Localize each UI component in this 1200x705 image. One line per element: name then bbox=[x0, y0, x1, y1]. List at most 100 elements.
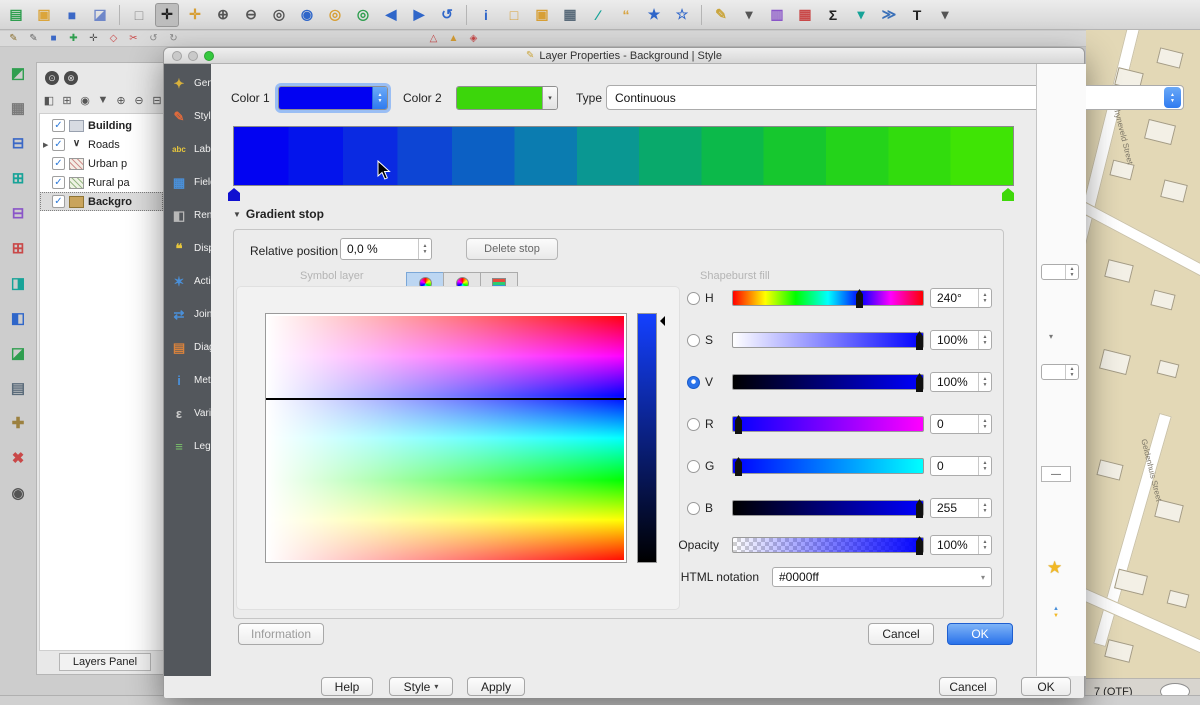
delete-stop-button[interactable]: Delete stop bbox=[466, 238, 558, 260]
ok-button[interactable]: OK bbox=[1021, 677, 1071, 696]
gradient-stop-header[interactable]: ▼ Gradient stop bbox=[233, 207, 324, 221]
toolbar-icon-zoom-to-layer[interactable]: ◎ bbox=[351, 3, 375, 27]
spin-steppers[interactable]: ▲▼ bbox=[978, 499, 991, 517]
toolbar-icon-zoom-native[interactable]: ◎ bbox=[267, 3, 291, 27]
spin-steppers[interactable]: ▲▼ bbox=[978, 373, 991, 391]
stepper-down-icon[interactable]: ▼ bbox=[378, 98, 383, 104]
layer-item-urban-p[interactable]: ✓Urban p bbox=[40, 154, 163, 173]
stepper-down-icon[interactable]: ▼ bbox=[983, 298, 988, 304]
information-button[interactable]: Information bbox=[238, 623, 324, 645]
slider-handle[interactable] bbox=[735, 457, 742, 476]
layer-checkbox[interactable]: ✓ bbox=[52, 119, 65, 132]
toolbar-icon-zoom-next[interactable]: ▶ bbox=[407, 3, 431, 27]
spin-steppers[interactable]: ▲▼ bbox=[978, 331, 991, 349]
apply-button[interactable]: Apply bbox=[467, 677, 525, 696]
toolbar-icon-identify-features[interactable]: i bbox=[474, 3, 498, 27]
stepper-down-icon[interactable]: ▼ bbox=[983, 466, 988, 472]
properties-tab-fields[interactable]: ▦Fields bbox=[164, 166, 211, 199]
stepper-down-icon[interactable]: ▼ bbox=[423, 249, 428, 255]
toolbar-icon-select-features[interactable]: □ bbox=[502, 3, 526, 27]
properties-tab-labels[interactable]: abcLabels bbox=[164, 133, 211, 166]
layer-toolbar-icon-add-mssql-layer[interactable]: ⊟ bbox=[6, 201, 30, 225]
toolbar-icon-attributes-dropdown[interactable]: ▾ bbox=[737, 3, 761, 27]
layer-checkbox[interactable]: ✓ bbox=[52, 176, 65, 189]
help-button[interactable]: Help bbox=[321, 677, 373, 696]
toolbar-icon-map-tips[interactable]: “ bbox=[614, 3, 638, 27]
toolbar-icon-new-bookmark[interactable]: ★ bbox=[642, 3, 666, 27]
spin-steppers[interactable]: ▲▼ bbox=[978, 457, 991, 475]
layer-checkbox[interactable]: ✓ bbox=[52, 157, 65, 170]
stepper-down-icon[interactable]: ▼ bbox=[983, 545, 988, 551]
channel-spinbox-B[interactable]: 255▲▼ bbox=[930, 498, 992, 518]
channel-radio-R[interactable] bbox=[687, 418, 700, 431]
channel-spinbox-R[interactable]: 0▲▼ bbox=[930, 414, 992, 434]
value-slider-vertical[interactable] bbox=[637, 313, 657, 563]
toolbar-icon-measure[interactable]: ∕ bbox=[586, 3, 610, 27]
layer-toolbar-icon-add-spatialite-layer[interactable]: ⊞ bbox=[6, 166, 30, 190]
channel-slider-V[interactable] bbox=[732, 374, 924, 390]
properties-tab-variables[interactable]: εVariables bbox=[164, 397, 211, 430]
channel-spinbox-H[interactable]: 240°▲▼ bbox=[930, 288, 992, 308]
stepper-down-icon[interactable]: ▼ bbox=[983, 508, 988, 514]
spin-steppers[interactable]: ▲ ▼ bbox=[1065, 265, 1078, 279]
digitizing-icon-tracing[interactable]: ▲ bbox=[446, 32, 461, 46]
properties-tab-display[interactable]: ❝Display bbox=[164, 232, 211, 265]
stepper-down-icon[interactable]: ▼ bbox=[1170, 98, 1175, 104]
color1-stepper[interactable]: ▲ ▼ bbox=[372, 87, 387, 109]
color-plane[interactable] bbox=[265, 313, 627, 563]
digitizing-icon-undo[interactable]: ↺ bbox=[146, 32, 161, 46]
slider-handle[interactable] bbox=[916, 373, 923, 392]
toolbar-icon-project-save[interactable]: ■ bbox=[60, 3, 84, 27]
properties-tab-style[interactable]: ✎Style bbox=[164, 100, 211, 133]
layer-toolbar-icon-layer-visibility[interactable]: ◉ bbox=[6, 481, 30, 505]
properties-tab-joins[interactable]: ⇄Joins bbox=[164, 298, 211, 331]
layer-item-building[interactable]: ✓Building bbox=[40, 116, 163, 135]
channel-slider-R[interactable] bbox=[732, 416, 924, 432]
panel-toolbar-icon-manage-themes[interactable]: ◉ bbox=[77, 92, 93, 108]
dialog-titlebar[interactable]: ✎ Layer Properties - Background | Style bbox=[164, 48, 1084, 64]
layer-checkbox[interactable]: ✓ bbox=[52, 138, 65, 151]
panel-toolbar-icon-open-layer-styling[interactable]: ◧ bbox=[41, 92, 57, 108]
layer-item-backgro[interactable]: ✓Backgro bbox=[40, 192, 163, 211]
color1-swatch-button[interactable]: ▲ ▼ bbox=[278, 86, 388, 110]
opacity-slider[interactable] bbox=[732, 537, 924, 553]
toolbar-icon-statistical-summary[interactable]: Σ bbox=[821, 3, 845, 27]
toolbar-icon-project-open[interactable]: ▣ bbox=[32, 3, 56, 27]
dropdown-arrow-icon[interactable]: ▾ bbox=[1049, 332, 1053, 341]
slider-handle[interactable] bbox=[916, 331, 923, 350]
digitizing-icon-add-feature[interactable]: ✚ bbox=[66, 32, 81, 46]
channel-spinbox-S[interactable]: 100%▲▼ bbox=[930, 330, 992, 350]
select-stepper[interactable]: ▲ ▼ bbox=[1164, 87, 1181, 108]
panel-toolbar-icon-expand-all[interactable]: ⊕ bbox=[113, 92, 129, 108]
slider-handle[interactable] bbox=[916, 536, 923, 555]
gradient-preview[interactable] bbox=[233, 126, 1014, 186]
toolbar-icon-zoom-out[interactable]: ⊖ bbox=[239, 3, 263, 27]
toolbar-icon-zoom-last[interactable]: ◀ bbox=[379, 3, 403, 27]
close-button[interactable] bbox=[172, 51, 182, 61]
spin-steppers[interactable]: ▲ ▼ bbox=[418, 239, 431, 259]
toolbar-icon-measure-dropdown[interactable]: ▾ bbox=[849, 3, 873, 27]
spin-steppers[interactable]: ▲▼ bbox=[978, 415, 991, 433]
html-notation-input[interactable]: #0000ff ▾ bbox=[772, 567, 992, 587]
toolbar-icon-label-dropdown[interactable]: ▾ bbox=[933, 3, 957, 27]
gradient-stop-end[interactable] bbox=[1002, 188, 1014, 201]
channel-slider-H[interactable] bbox=[732, 290, 924, 306]
spin-steppers[interactable]: ▲ ▼ bbox=[978, 536, 991, 554]
digitizing-icon-current-edits[interactable]: ✎ bbox=[6, 32, 21, 46]
panel-close-button[interactable]: ⊗ bbox=[64, 71, 78, 85]
picker-ok-button[interactable]: OK bbox=[947, 623, 1013, 645]
layer-toolbar-icon-new-shapefile-layer[interactable]: ✚ bbox=[6, 411, 30, 435]
layer-toolbar-icon-add-raster-layer[interactable]: ▦ bbox=[6, 96, 30, 120]
channel-radio-S[interactable] bbox=[687, 334, 700, 347]
gradient-stop-start[interactable] bbox=[228, 188, 240, 201]
properties-tab-actions[interactable]: ✶Actions bbox=[164, 265, 211, 298]
color2-swatch-button[interactable]: ▾ bbox=[456, 86, 558, 110]
digitizing-icon-cad-tools[interactable]: △ bbox=[426, 32, 441, 46]
layer-item-roads[interactable]: ▶✓∨Roads bbox=[40, 135, 163, 154]
toolbar-icon-python-console[interactable]: ≫ bbox=[877, 3, 901, 27]
toolbar-icon-map-refresh[interactable]: ↺ bbox=[435, 3, 459, 27]
properties-tab-diagrams[interactable]: ▤Diagrams bbox=[164, 331, 211, 364]
panel-toolbar-icon-add-group[interactable]: ⊞ bbox=[59, 92, 75, 108]
map-canvas[interactable]: Van Rhyneveld Street Geldenhuis Street bbox=[1086, 30, 1200, 695]
properties-tab-legend[interactable]: ≡Legend bbox=[164, 430, 211, 463]
